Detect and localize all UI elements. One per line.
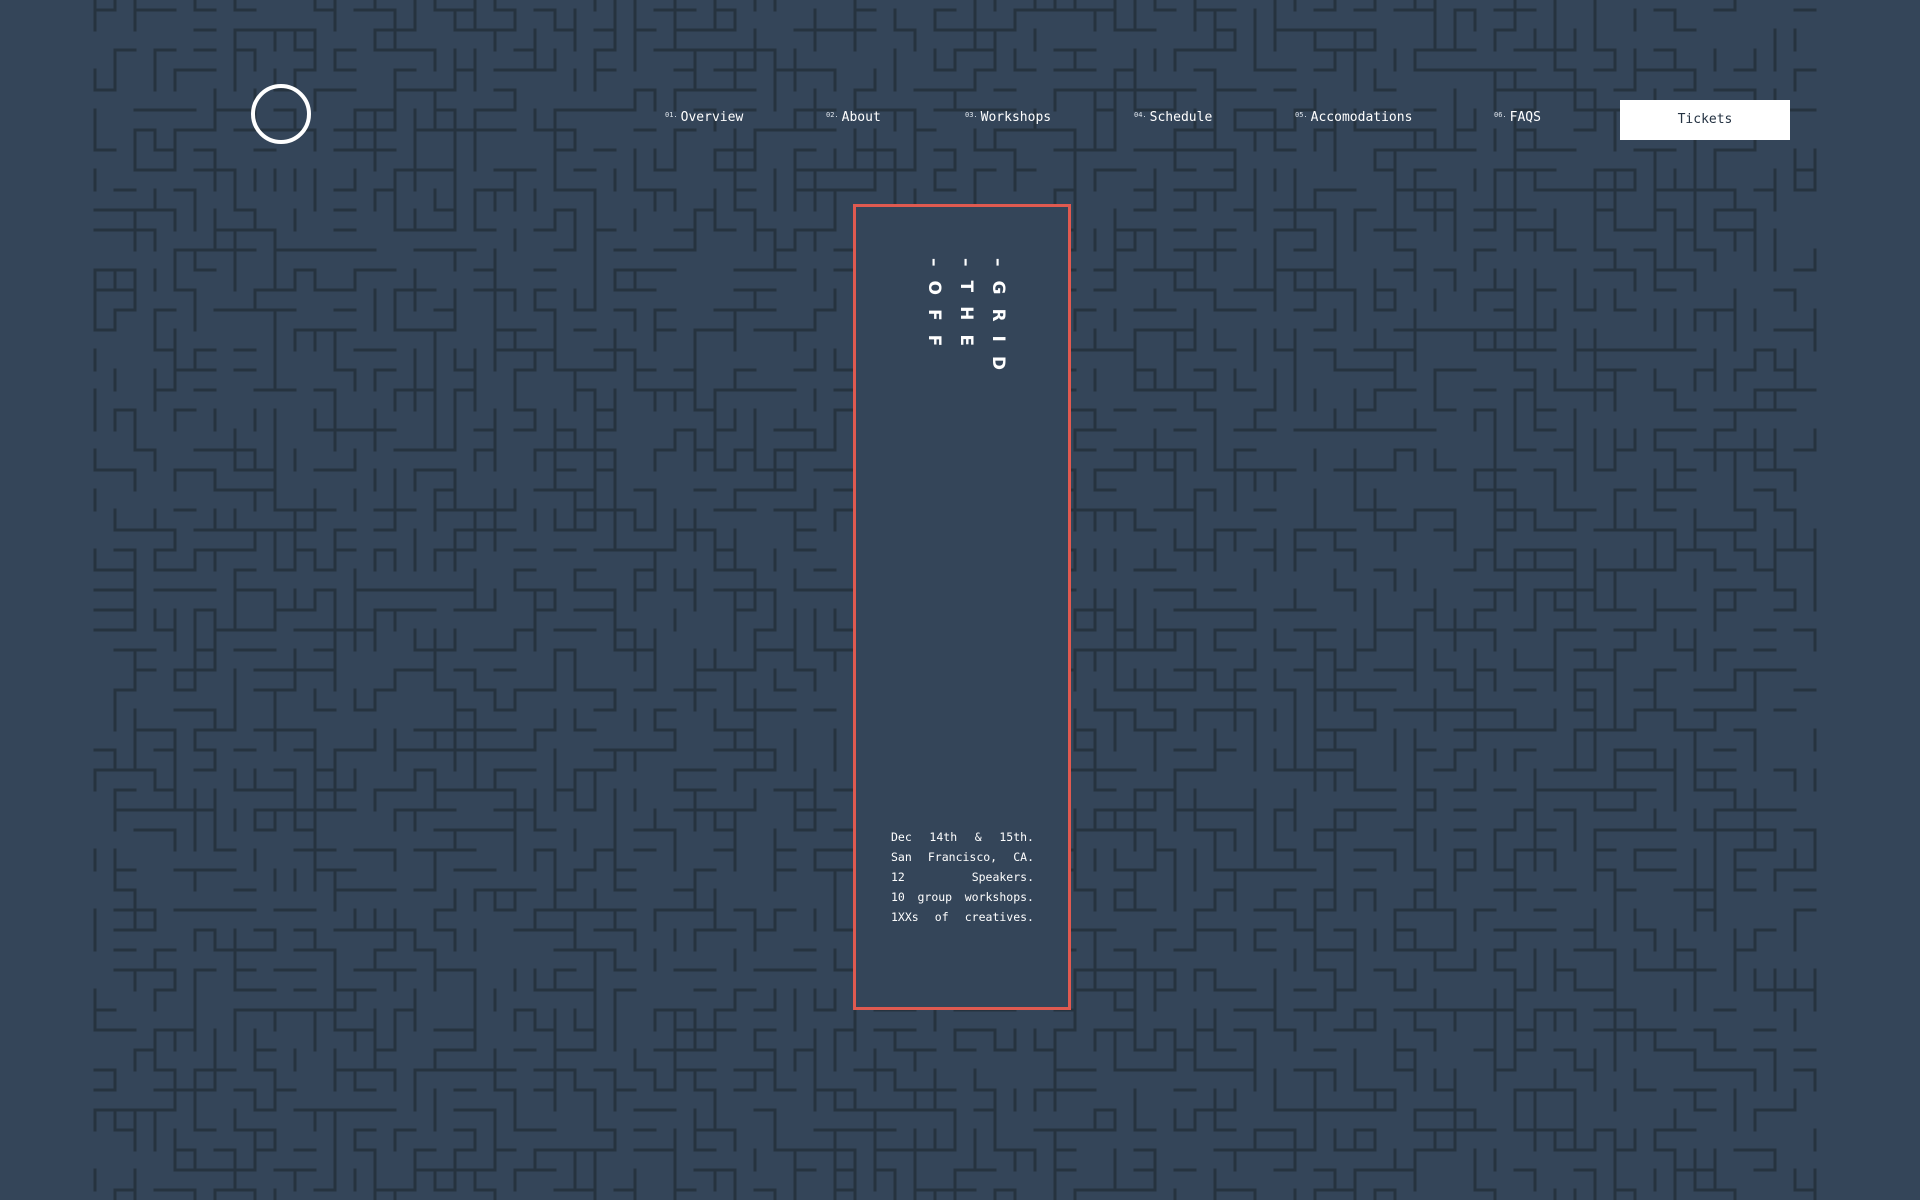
nav-label: FAQS [1509,110,1541,125]
detail-line: Dec 14th & 15th. [891,827,1034,847]
nav-number: 01. [665,111,678,119]
detail-word: & [974,830,982,844]
landing-page: 01. Overview 02. About 03. Workshops 04.… [0,0,1920,1200]
nav-label: Overview [680,110,744,125]
detail-word: group [917,890,953,904]
nav-number: 03. [965,111,978,119]
detail-word: CA. [1013,850,1034,864]
nav-label: Accomodations [1310,110,1413,125]
detail-word: Francisco, [927,850,998,864]
detail-word: 1XXs [891,910,919,924]
nav-label: Workshops [980,110,1052,125]
detail-line: 12 Speakers. [891,867,1034,887]
detail-word: Dec [891,830,912,844]
detail-line: San Francisco, CA. [891,847,1034,867]
detail-word: creatives. [964,910,1034,924]
nav-number: 06. [1494,111,1507,119]
detail-word: workshops. [964,890,1034,904]
detail-word: 15th. [999,830,1034,844]
nav-number: 05. [1295,111,1308,119]
detail-line: 10 group workshops. [891,887,1034,907]
nav-number: 04. [1134,111,1147,119]
title-word-grid: –GRID [988,258,1008,384]
nav-item-accomodations[interactable]: 05. Accomodations [1295,110,1412,126]
nav-item-about[interactable]: 02. About [826,110,881,126]
tickets-button[interactable]: Tickets [1620,100,1790,140]
event-card: –OFF –THE –GRID Dec 14th & 15th. San Francisc… [853,204,1071,1010]
detail-word: 12 [891,870,905,884]
nav-item-workshops[interactable]: 03. Workshops [965,110,1051,126]
title-word-off: –OFF [924,258,944,361]
event-details: Dec 14th & 15th. San Francisco, CA. 12 Speakers.… [891,827,1034,927]
detail-word: of [934,910,949,924]
nav-number: 02. [826,111,839,119]
nav-item-schedule[interactable]: 04. Schedule [1134,110,1212,126]
detail-word: San [891,850,912,864]
detail-word: 14th [929,830,958,844]
detail-word: 10 [891,890,905,904]
nav-label: About [841,110,881,125]
nav-item-overview[interactable]: 01. Overview [665,110,743,126]
nav-label: Schedule [1149,110,1213,125]
title-word-the: –THE [956,258,976,360]
detail-word: Speakers. [971,870,1034,884]
detail-line: 1XXs of creatives. [891,907,1034,927]
nav-item-faqs[interactable]: 06. FAQS [1494,110,1541,126]
